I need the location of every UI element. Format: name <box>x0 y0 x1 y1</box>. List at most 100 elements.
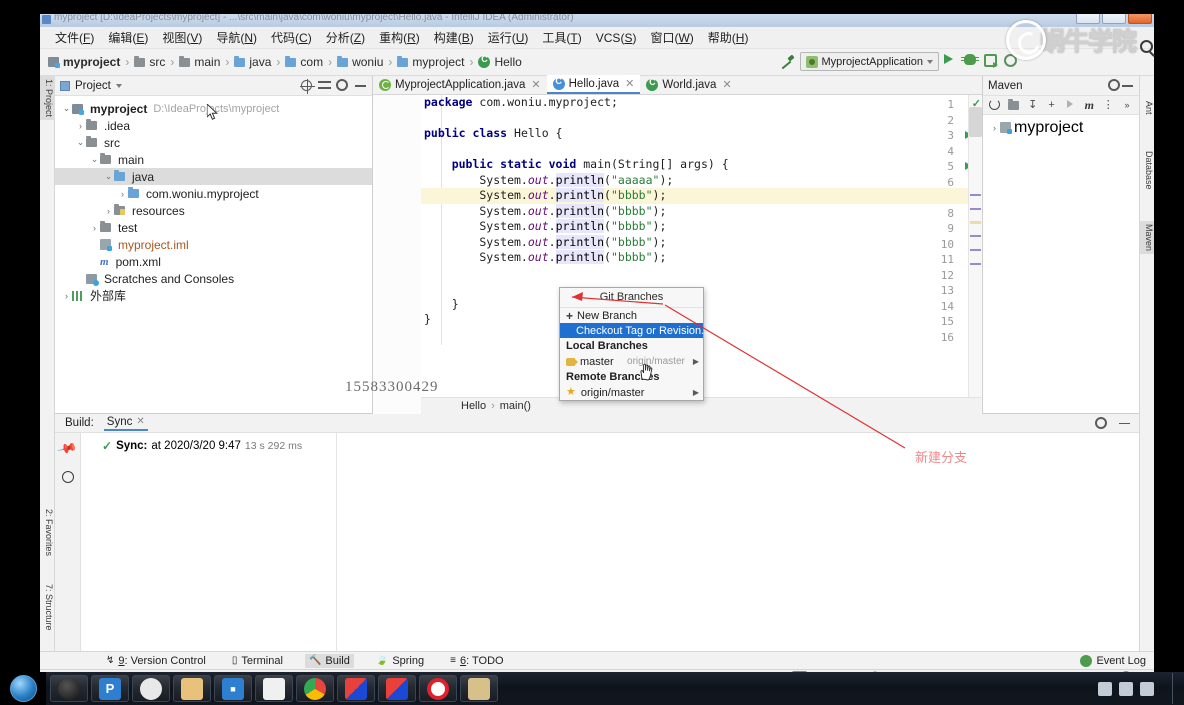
hide-panel-icon[interactable] <box>1121 79 1134 92</box>
expand-arrow-icon[interactable]: ⌄ <box>75 137 86 148</box>
taskbar-opera[interactable] <box>419 675 457 702</box>
sync-result-row[interactable]: ✓ Sync: at 2020/3/20 9:47 13 s 292 ms <box>82 439 336 453</box>
editor-gutter[interactable] <box>373 95 421 414</box>
breadcrumb-item-src[interactable]: src <box>120 55 165 69</box>
menu-item-8[interactable]: 运行(U) <box>481 27 536 48</box>
breadcrumb-item-com[interactable]: com <box>271 55 323 69</box>
run-with-coverage-button[interactable] <box>984 54 999 69</box>
eye-icon[interactable] <box>61 471 74 483</box>
tree-node--[interactable]: › 外部库 <box>55 287 372 304</box>
scrollbar-thumb[interactable] <box>969 107 982 137</box>
start-button[interactable] <box>0 674 46 704</box>
local-branch-master[interactable]: master origin/master ▶ <box>560 354 703 369</box>
tree-node-main[interactable]: ⌄ main <box>55 151 372 168</box>
expand-arrow-icon[interactable]: ⌄ <box>89 154 100 165</box>
gear-icon[interactable] <box>1095 416 1108 430</box>
breadcrumb-item-main[interactable]: main <box>165 55 220 69</box>
maven-root-node[interactable]: › myproject <box>983 119 1139 136</box>
taskbar-idea-1[interactable] <box>337 675 375 702</box>
close-icon[interactable]: ✕ <box>531 78 540 91</box>
expand-arrow-icon[interactable]: › <box>75 121 86 131</box>
reload-projects-icon[interactable] <box>989 99 1001 111</box>
pin-icon[interactable]: 📌 <box>56 438 79 460</box>
sidebar-item-project[interactable]: 1: Project <box>40 76 55 121</box>
expand-arrow-icon[interactable]: › <box>103 206 114 216</box>
search-everywhere-icon[interactable] <box>1140 40 1153 53</box>
code-line-9[interactable]: System.out.println("bbbb"); <box>421 219 982 235</box>
run-configuration-selector[interactable]: MyprojectApplication <box>799 52 939 71</box>
tree-node-myproject-iml[interactable]: myproject.iml <box>55 236 372 253</box>
build-sync-tab[interactable]: Sync ✕ <box>103 416 148 431</box>
close-icon[interactable]: ✕ <box>722 78 731 91</box>
editor-marker-strip[interactable]: ✓ <box>968 95 982 414</box>
menu-item-7[interactable]: 构建(B) <box>427 27 481 48</box>
menu-item-0[interactable]: 文件(F) <box>48 27 101 48</box>
menu-item-6[interactable]: 重构(R) <box>372 27 427 48</box>
breadcrumb-item-myproject[interactable]: myproject <box>48 55 120 69</box>
menu-item-4[interactable]: 代码(C) <box>264 27 319 48</box>
sidebar-item-ant[interactable]: Ant <box>1140 98 1154 118</box>
tree-node-java[interactable]: ⌄ java <box>55 168 372 185</box>
run-button[interactable] <box>944 54 959 69</box>
chevron-down-icon[interactable] <box>115 83 122 88</box>
taskbar-explorer[interactable] <box>460 675 498 702</box>
build-hammer-icon[interactable] <box>779 54 795 70</box>
bottom-tab-terminal[interactable]: ▯ Terminal <box>228 654 287 668</box>
menu-item-1[interactable]: 编辑(E) <box>101 27 155 48</box>
tree-node-myproject[interactable]: ⌄ myproject D:\IdeaProjects\myproject <box>55 100 372 117</box>
code-line-11[interactable]: System.out.println("bbbb"); <box>421 250 982 266</box>
close-icon[interactable]: ✕ <box>625 77 634 90</box>
tree-node-pom-xml[interactable]: m pom.xml <box>55 253 372 270</box>
code-line-4[interactable] <box>421 142 982 158</box>
gear-icon[interactable] <box>336 79 349 92</box>
tray-icon-1[interactable] <box>1098 681 1112 696</box>
editor-tab-myprojectapplication-java[interactable]: MyprojectApplication.java ✕ <box>373 75 547 94</box>
sidebar-item-favorites[interactable]: 2: Favorites <box>40 506 55 559</box>
generate-sources-icon[interactable] <box>1007 99 1020 111</box>
breadcrumb-item-woniu[interactable]: woniu <box>323 55 383 69</box>
toggle-offline-icon[interactable]: ⋮ <box>1102 99 1114 111</box>
scroll-from-source-icon[interactable] <box>300 79 315 94</box>
bottom-tab-spring[interactable]: 🍃 Spring <box>372 654 428 668</box>
expand-arrow-icon[interactable]: › <box>117 189 128 199</box>
code-line-3[interactable]: public class Hello { <box>421 126 982 142</box>
bottom-tab-6-todo[interactable]: ≡ 6: TODO <box>446 654 507 668</box>
expand-arrow-icon[interactable]: ⌄ <box>61 103 72 114</box>
tree-node--idea[interactable]: › .idea <box>55 117 372 134</box>
tree-node-test[interactable]: › test <box>55 219 372 236</box>
menu-item-10[interactable]: VCS(S) <box>589 29 644 47</box>
menu-item-3[interactable]: 导航(N) <box>209 27 264 48</box>
run-maven-goal-icon[interactable] <box>1065 99 1077 111</box>
tray-icon-3[interactable] <box>1140 681 1154 696</box>
tree-node-scratches-and-consoles[interactable]: Scratches and Consoles <box>55 270 372 287</box>
tree-node-src[interactable]: ⌄ src <box>55 134 372 151</box>
menu-item-9[interactable]: 工具(T) <box>535 27 588 48</box>
taskbar-app-5[interactable]: ■ <box>214 675 252 702</box>
code-line-8[interactable]: System.out.println("bbbb"); <box>421 203 982 220</box>
execute-maven-goal-icon[interactable]: m <box>1083 99 1095 111</box>
more-options-icon[interactable]: » <box>1121 99 1133 111</box>
taskbar-idea-2[interactable] <box>378 675 416 702</box>
expand-arrow-icon[interactable]: › <box>989 123 1000 133</box>
sidebar-item-database[interactable]: Database <box>1140 148 1154 193</box>
debug-button[interactable] <box>961 54 979 69</box>
code-line-1[interactable]: package com.woniu.myproject; <box>421 95 982 111</box>
code-line-2[interactable] <box>421 111 982 127</box>
sidebar-item-structure[interactable]: 7: Structure <box>40 581 55 634</box>
expand-arrow-icon[interactable]: › <box>89 223 100 233</box>
tree-node-resources[interactable]: › resources <box>55 202 372 219</box>
code-line-12[interactable] <box>421 266 982 282</box>
show-desktop-button[interactable] <box>1172 673 1184 704</box>
sidebar-item-maven[interactable]: Maven <box>1140 221 1154 255</box>
expand-arrow-icon[interactable]: ⌄ <box>103 171 114 182</box>
code-line-7[interactable]: System.out.println("bbbb"); <box>421 188 982 204</box>
checkout-tag-or-revision-item[interactable]: Checkout Tag or Revision... <box>560 323 710 381</box>
remote-branch-origin-master[interactable]: ★ origin/master ▶ <box>560 385 703 400</box>
menu-item-11[interactable]: 窗口(W) <box>643 27 700 48</box>
code-line-10[interactable]: System.out.println("bbbb"); <box>421 234 982 251</box>
code-line-5[interactable]: public static void main(String[] args) { <box>421 157 982 173</box>
hide-panel-icon[interactable] <box>1118 417 1131 430</box>
menu-item-12[interactable]: 帮助(H) <box>701 27 756 48</box>
taskbar-app-3[interactable] <box>132 675 170 702</box>
tree-node-com-woniu-myproject[interactable]: › com.woniu.myproject <box>55 185 372 202</box>
